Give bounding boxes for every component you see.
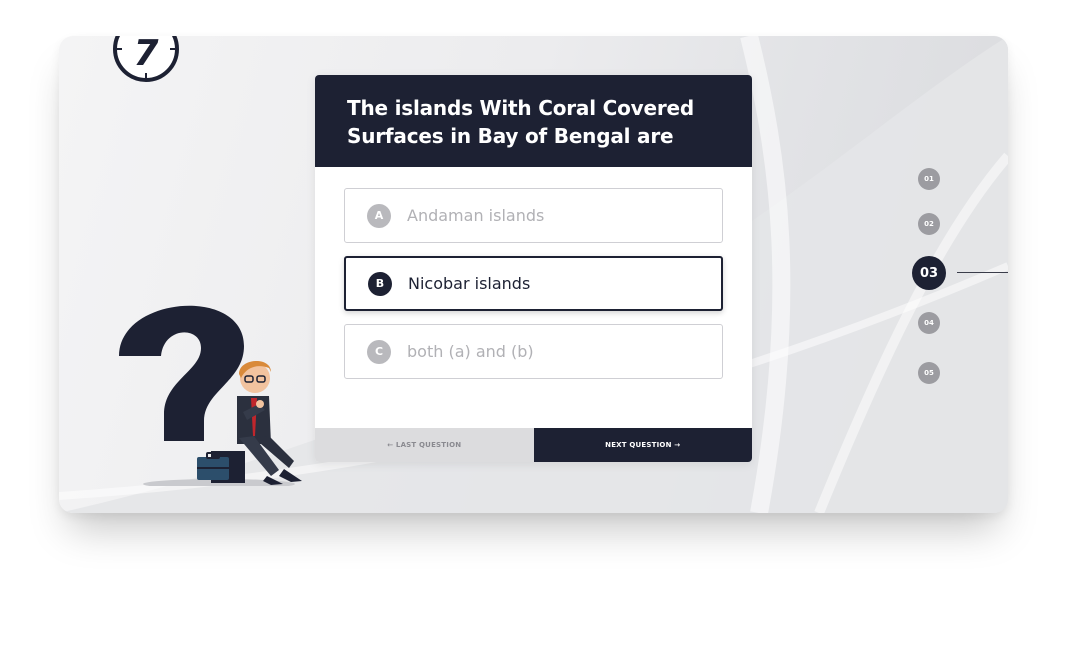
option-b-letter: B	[368, 271, 392, 296]
step-05[interactable]: 05	[918, 362, 940, 384]
stopwatch-icon: 7	[111, 36, 181, 84]
question-mark-businessman-illustration	[119, 305, 302, 486]
step-01[interactable]: 01	[918, 168, 940, 190]
question-text-line-2: Surfaces in Bay of Bengal are	[347, 124, 674, 148]
option-b-text: Nicobar islands	[408, 274, 531, 293]
option-a-letter: A	[367, 203, 391, 228]
last-question-button[interactable]: ← LAST QUESTION	[315, 428, 534, 462]
question-header: The islands With Coral Covered Surfaces …	[315, 75, 752, 167]
active-step-indicator-line	[957, 272, 1008, 273]
option-c-letter: C	[367, 339, 391, 364]
option-c-text: both (a) and (b)	[407, 342, 534, 361]
step-02[interactable]: 02	[918, 213, 940, 235]
option-b[interactable]: B Nicobar islands	[344, 256, 723, 311]
option-a[interactable]: A Andaman islands	[344, 188, 723, 243]
step-04[interactable]: 04	[918, 312, 940, 334]
next-question-button[interactable]: NEXT QUESTION →	[533, 428, 752, 462]
option-c[interactable]: C both (a) and (b)	[344, 324, 723, 379]
question-text-line-1: The islands With Coral Covered	[347, 96, 694, 120]
option-a-text: Andaman islands	[407, 206, 545, 225]
answer-options: A Andaman islands B Nicobar islands C bo…	[344, 188, 723, 392]
question-navigation: ← LAST QUESTION NEXT QUESTION →	[315, 428, 752, 462]
question-card: The islands With Coral Covered Surfaces …	[315, 75, 752, 462]
step-03-current[interactable]: 03	[912, 256, 946, 290]
timer-value: 7	[133, 36, 159, 74]
